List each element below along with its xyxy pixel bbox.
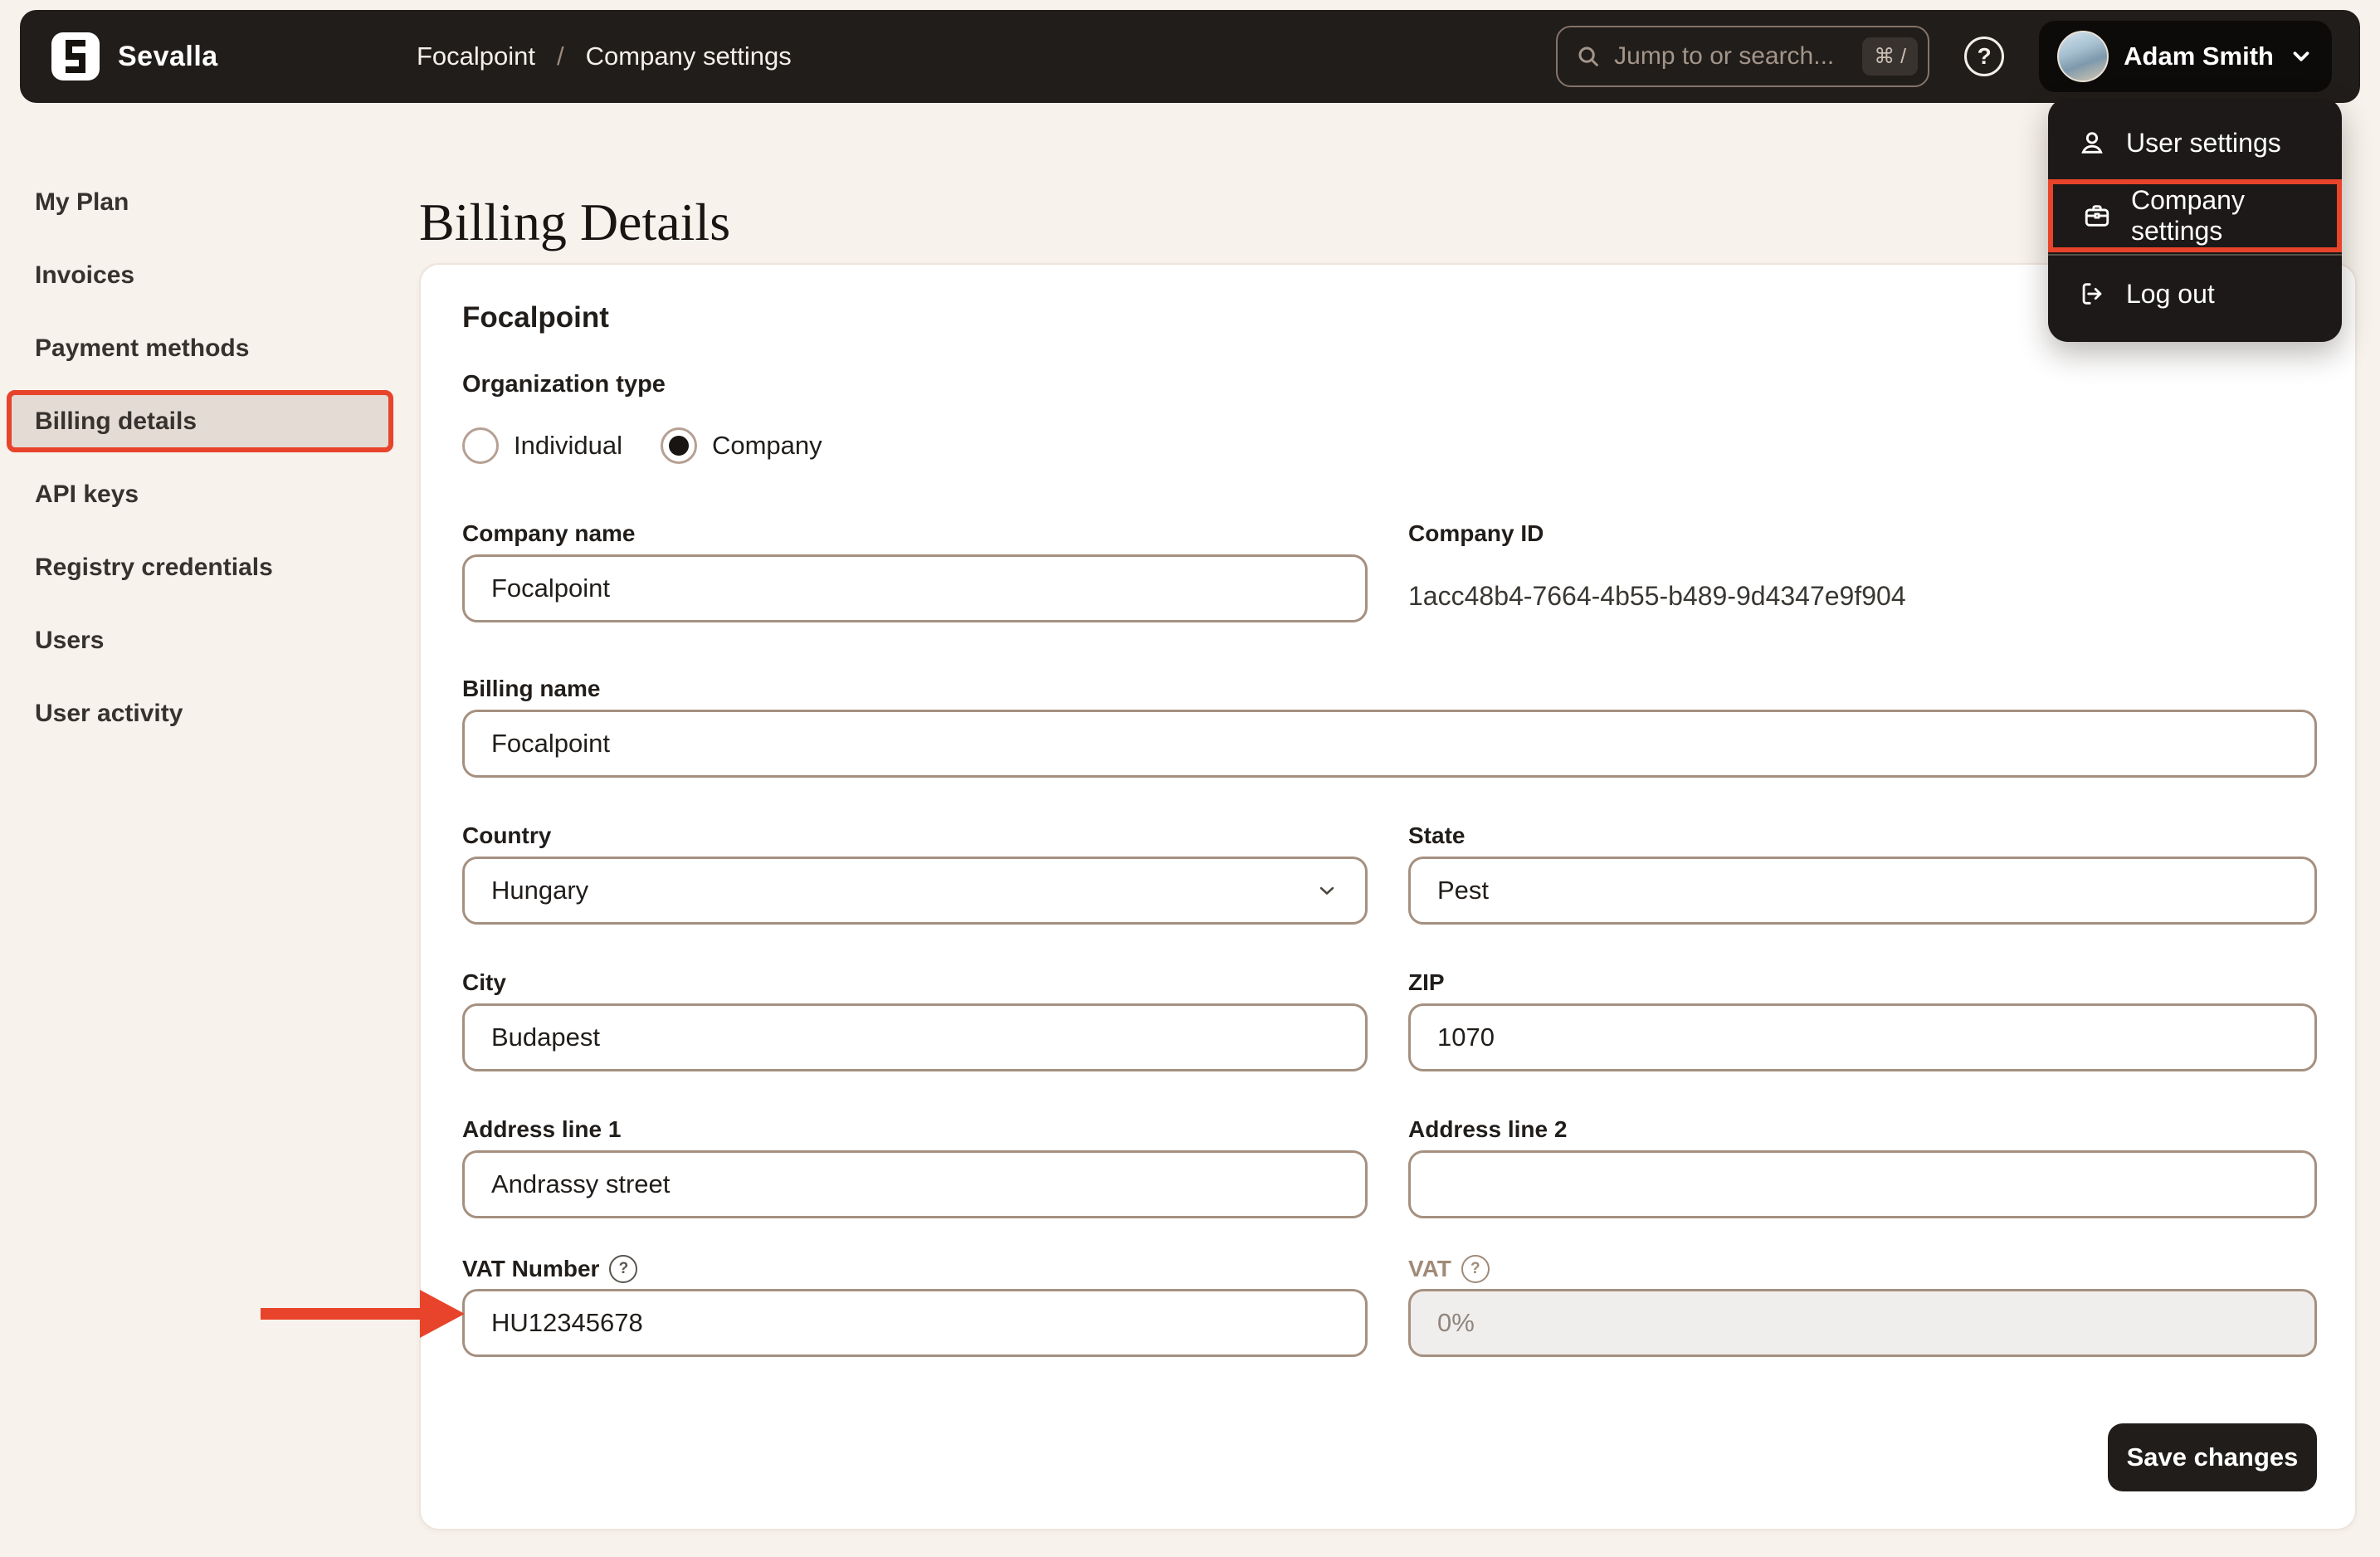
brand[interactable]: Sevalla	[51, 10, 218, 103]
briefcase-icon	[2083, 202, 2111, 230]
search-icon	[1576, 44, 1601, 69]
topbar: Sevalla Focalpoint / Company settings ⌘ …	[20, 10, 2360, 103]
company-name-label: Company name	[462, 520, 636, 546]
billing-name-label: Billing name	[462, 676, 601, 701]
logout-icon	[2078, 280, 2106, 308]
address-line-1-input[interactable]	[462, 1150, 1368, 1218]
sidebar-item-registry-credentials[interactable]: Registry credentials	[7, 536, 393, 598]
menu-item-company-settings[interactable]: Company settings	[2048, 179, 2342, 252]
menu-item-log-out[interactable]: Log out	[2048, 257, 2342, 330]
sidebar: My Plan Invoices Payment methods Billing…	[7, 171, 393, 755]
company-id-label: Company ID	[1408, 520, 1544, 546]
country-select[interactable]: Hungary	[462, 857, 1368, 925]
radio-circle-company[interactable]	[660, 427, 697, 464]
vat-label: VAT ?	[1408, 1255, 2317, 1283]
vat-number-label: VAT Number ?	[462, 1255, 1368, 1283]
country-selected-value: Hungary	[491, 876, 589, 905]
logo-glyph	[66, 40, 85, 73]
menu-item-user-settings[interactable]: User settings	[2048, 106, 2342, 179]
vat-number-label-text: VAT Number	[462, 1256, 600, 1281]
organization-type-radio-group: Individual Company	[462, 427, 822, 464]
vat-number-input[interactable]	[462, 1289, 1368, 1357]
radio-individual[interactable]: Individual	[462, 427, 622, 464]
app-root: Sevalla Focalpoint / Company settings ⌘ …	[0, 0, 2380, 1557]
company-name-input[interactable]	[462, 554, 1368, 622]
organization-type-label: Organization type	[462, 371, 666, 398]
billing-details-card: Focalpoint Organization type Individual …	[419, 263, 2357, 1530]
breadcrumb-page[interactable]: Company settings	[586, 41, 792, 71]
breadcrumb: Focalpoint / Company settings	[417, 10, 792, 103]
select-chevron-down-icon	[1315, 879, 1339, 902]
sidebar-item-my-plan[interactable]: My Plan	[7, 171, 393, 233]
brand-name: Sevalla	[118, 40, 218, 72]
billing-name-input[interactable]	[462, 710, 2317, 778]
search-input[interactable]	[1612, 41, 1851, 71]
vat-label-text: VAT	[1408, 1256, 1451, 1281]
vat-help-icon[interactable]: ?	[1461, 1255, 1490, 1283]
state-input[interactable]	[1408, 857, 2317, 925]
user-icon	[2078, 129, 2106, 157]
search-box[interactable]: ⌘ /	[1556, 26, 1930, 87]
vat-input	[1408, 1289, 2317, 1357]
menu-item-label: Log out	[2126, 278, 2215, 309]
menu-item-label: Company settings	[2131, 185, 2245, 246]
radio-label-company[interactable]: Company	[712, 431, 822, 461]
save-changes-button[interactable]: Save changes	[2108, 1423, 2317, 1491]
city-input[interactable]	[462, 1003, 1368, 1071]
country-label: Country	[462, 822, 552, 848]
city-label: City	[462, 969, 506, 995]
vat-number-help-icon[interactable]: ?	[609, 1255, 638, 1283]
radio-circle-individual[interactable]	[462, 427, 499, 464]
help-button[interactable]: ?	[1964, 37, 2005, 76]
sidebar-item-invoices[interactable]: Invoices	[7, 244, 393, 306]
chevron-down-icon	[2289, 44, 2314, 69]
topbar-right: ⌘ / ? Adam Smith	[1556, 10, 2332, 103]
sidebar-item-user-activity[interactable]: User activity	[7, 682, 393, 744]
sidebar-item-users[interactable]: Users	[7, 609, 393, 671]
sevalla-logo-icon	[51, 32, 100, 81]
user-name: Adam Smith	[2124, 41, 2274, 71]
user-dropdown-menu: User settings Company settings Log out	[2048, 98, 2342, 342]
page-title: Billing Details	[419, 192, 731, 251]
sidebar-item-api-keys[interactable]: API keys	[7, 463, 393, 525]
breadcrumb-separator: /	[557, 41, 564, 71]
sidebar-item-payment-methods[interactable]: Payment methods	[7, 317, 393, 379]
radio-label-individual[interactable]: Individual	[514, 431, 622, 461]
address-line-2-input[interactable]	[1408, 1150, 2317, 1218]
search-shortcut-badge: ⌘ /	[1862, 37, 1919, 76]
breadcrumb-project[interactable]: Focalpoint	[417, 41, 535, 71]
state-label: State	[1408, 822, 1466, 848]
company-id-value: 1acc48b4-7664-4b55-b489-9d4347e9f904	[1408, 581, 1906, 611]
address-line-1-label: Address line 1	[462, 1116, 622, 1142]
radio-company[interactable]: Company	[660, 427, 822, 464]
zip-label: ZIP	[1408, 969, 1445, 995]
menu-divider	[2048, 254, 2342, 256]
avatar	[2057, 31, 2109, 82]
menu-item-label: User settings	[2126, 127, 2281, 158]
sidebar-item-billing-details[interactable]: Billing details	[7, 390, 393, 452]
user-menu-trigger[interactable]: Adam Smith	[2039, 21, 2332, 92]
card-title: Focalpoint	[462, 301, 609, 334]
zip-input[interactable]	[1408, 1003, 2317, 1071]
address-line-2-label: Address line 2	[1408, 1116, 1568, 1142]
